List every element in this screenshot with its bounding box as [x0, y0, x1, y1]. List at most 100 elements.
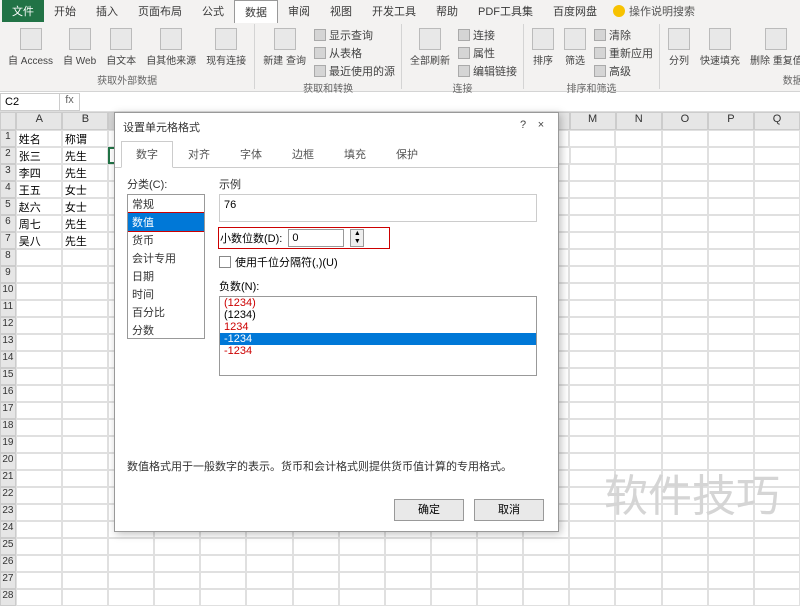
- row-header[interactable]: 9: [0, 266, 16, 283]
- cell[interactable]: [708, 249, 754, 266]
- cell[interactable]: [708, 300, 754, 317]
- cell[interactable]: [708, 470, 754, 487]
- cell[interactable]: [662, 249, 708, 266]
- col-header-O[interactable]: O: [662, 112, 708, 130]
- row-header[interactable]: 18: [0, 419, 16, 436]
- cell[interactable]: [615, 555, 661, 572]
- cell[interactable]: [339, 572, 385, 589]
- cell[interactable]: [662, 589, 708, 606]
- cell[interactable]: [708, 572, 754, 589]
- cell[interactable]: [200, 589, 246, 606]
- btn-properties[interactable]: 属性: [458, 44, 517, 62]
- cell[interactable]: [615, 419, 661, 436]
- cell[interactable]: [569, 419, 615, 436]
- negative-list[interactable]: (1234)(1234)1234-1234-1234: [219, 296, 537, 376]
- row-header[interactable]: 24: [0, 521, 16, 538]
- cell[interactable]: [246, 589, 292, 606]
- cell[interactable]: [569, 181, 615, 198]
- col-header-M[interactable]: M: [570, 112, 616, 130]
- cell[interactable]: [569, 589, 615, 606]
- cell[interactable]: [754, 538, 800, 555]
- cell[interactable]: [62, 436, 108, 453]
- cell[interactable]: [615, 300, 661, 317]
- category-item[interactable]: 百分比: [128, 303, 204, 321]
- btn-recent-sources[interactable]: 最近使用的源: [314, 62, 395, 80]
- cell[interactable]: [615, 572, 661, 589]
- cell[interactable]: [16, 402, 62, 419]
- tab-start[interactable]: 开始: [44, 0, 86, 22]
- cell[interactable]: [615, 351, 661, 368]
- cell[interactable]: [569, 368, 615, 385]
- cell[interactable]: [708, 164, 754, 181]
- spin-down-icon[interactable]: ▼: [351, 238, 363, 246]
- cell[interactable]: [615, 504, 661, 521]
- btn-sort-az[interactable]: 排序: [530, 26, 556, 69]
- row-header[interactable]: 3: [0, 164, 16, 181]
- cell[interactable]: [662, 334, 708, 351]
- cell[interactable]: [615, 283, 661, 300]
- cell[interactable]: [754, 555, 800, 572]
- cell[interactable]: [754, 351, 800, 368]
- cell[interactable]: [62, 317, 108, 334]
- row-header[interactable]: 14: [0, 351, 16, 368]
- btn-refresh-all[interactable]: 全部刷新: [408, 26, 452, 69]
- tab-help[interactable]: 帮助: [426, 0, 468, 22]
- dtab-align[interactable]: 对齐: [173, 141, 225, 167]
- cell[interactable]: [615, 589, 661, 606]
- cell[interactable]: [154, 538, 200, 555]
- cell[interactable]: [569, 521, 615, 538]
- cell[interactable]: [615, 317, 661, 334]
- cell[interactable]: [662, 419, 708, 436]
- cell[interactable]: [62, 419, 108, 436]
- cell[interactable]: [754, 147, 800, 164]
- cell[interactable]: [616, 147, 662, 164]
- cell[interactable]: [754, 436, 800, 453]
- cell[interactable]: [16, 555, 62, 572]
- cell[interactable]: [754, 232, 800, 249]
- help-button[interactable]: ?: [514, 119, 532, 135]
- row-header[interactable]: 21: [0, 470, 16, 487]
- cell[interactable]: [662, 487, 708, 504]
- tab-view[interactable]: 视图: [320, 0, 362, 22]
- cell[interactable]: [523, 589, 569, 606]
- cell[interactable]: [569, 130, 615, 147]
- cell[interactable]: [477, 572, 523, 589]
- btn-text-to-columns[interactable]: 分列: [666, 26, 692, 69]
- cell[interactable]: [754, 130, 800, 147]
- tab-layout[interactable]: 页面布局: [128, 0, 192, 22]
- cell[interactable]: [615, 181, 661, 198]
- cell[interactable]: [62, 572, 108, 589]
- cell[interactable]: [615, 453, 661, 470]
- btn-flash-fill[interactable]: 快速填充: [698, 26, 742, 69]
- tab-data[interactable]: 数据: [234, 0, 278, 23]
- cell[interactable]: [569, 351, 615, 368]
- cell[interactable]: [615, 368, 661, 385]
- cell[interactable]: [16, 504, 62, 521]
- btn-from-other[interactable]: 自其他来源: [144, 26, 198, 69]
- select-all[interactable]: [0, 112, 16, 130]
- cell[interactable]: [108, 589, 154, 606]
- cell[interactable]: [16, 266, 62, 283]
- col-header-A[interactable]: A: [16, 112, 62, 130]
- cell[interactable]: [708, 368, 754, 385]
- cell[interactable]: [62, 538, 108, 555]
- cell[interactable]: [569, 453, 615, 470]
- cell[interactable]: [62, 300, 108, 317]
- cell[interactable]: [108, 572, 154, 589]
- cell[interactable]: [754, 487, 800, 504]
- tell-me[interactable]: 操作说明搜索: [613, 3, 695, 19]
- btn-from-access[interactable]: 自 Access: [6, 26, 55, 69]
- cell[interactable]: [569, 164, 615, 181]
- cell[interactable]: [246, 555, 292, 572]
- cell[interactable]: [708, 232, 754, 249]
- category-item[interactable]: 数值: [128, 213, 204, 231]
- close-button[interactable]: ×: [532, 119, 550, 135]
- cell[interactable]: [16, 317, 62, 334]
- cell[interactable]: [16, 470, 62, 487]
- cell[interactable]: [615, 266, 661, 283]
- cell[interactable]: [200, 572, 246, 589]
- row-header[interactable]: 5: [0, 198, 16, 215]
- row-header[interactable]: 16: [0, 385, 16, 402]
- cell[interactable]: [662, 555, 708, 572]
- cell[interactable]: [615, 436, 661, 453]
